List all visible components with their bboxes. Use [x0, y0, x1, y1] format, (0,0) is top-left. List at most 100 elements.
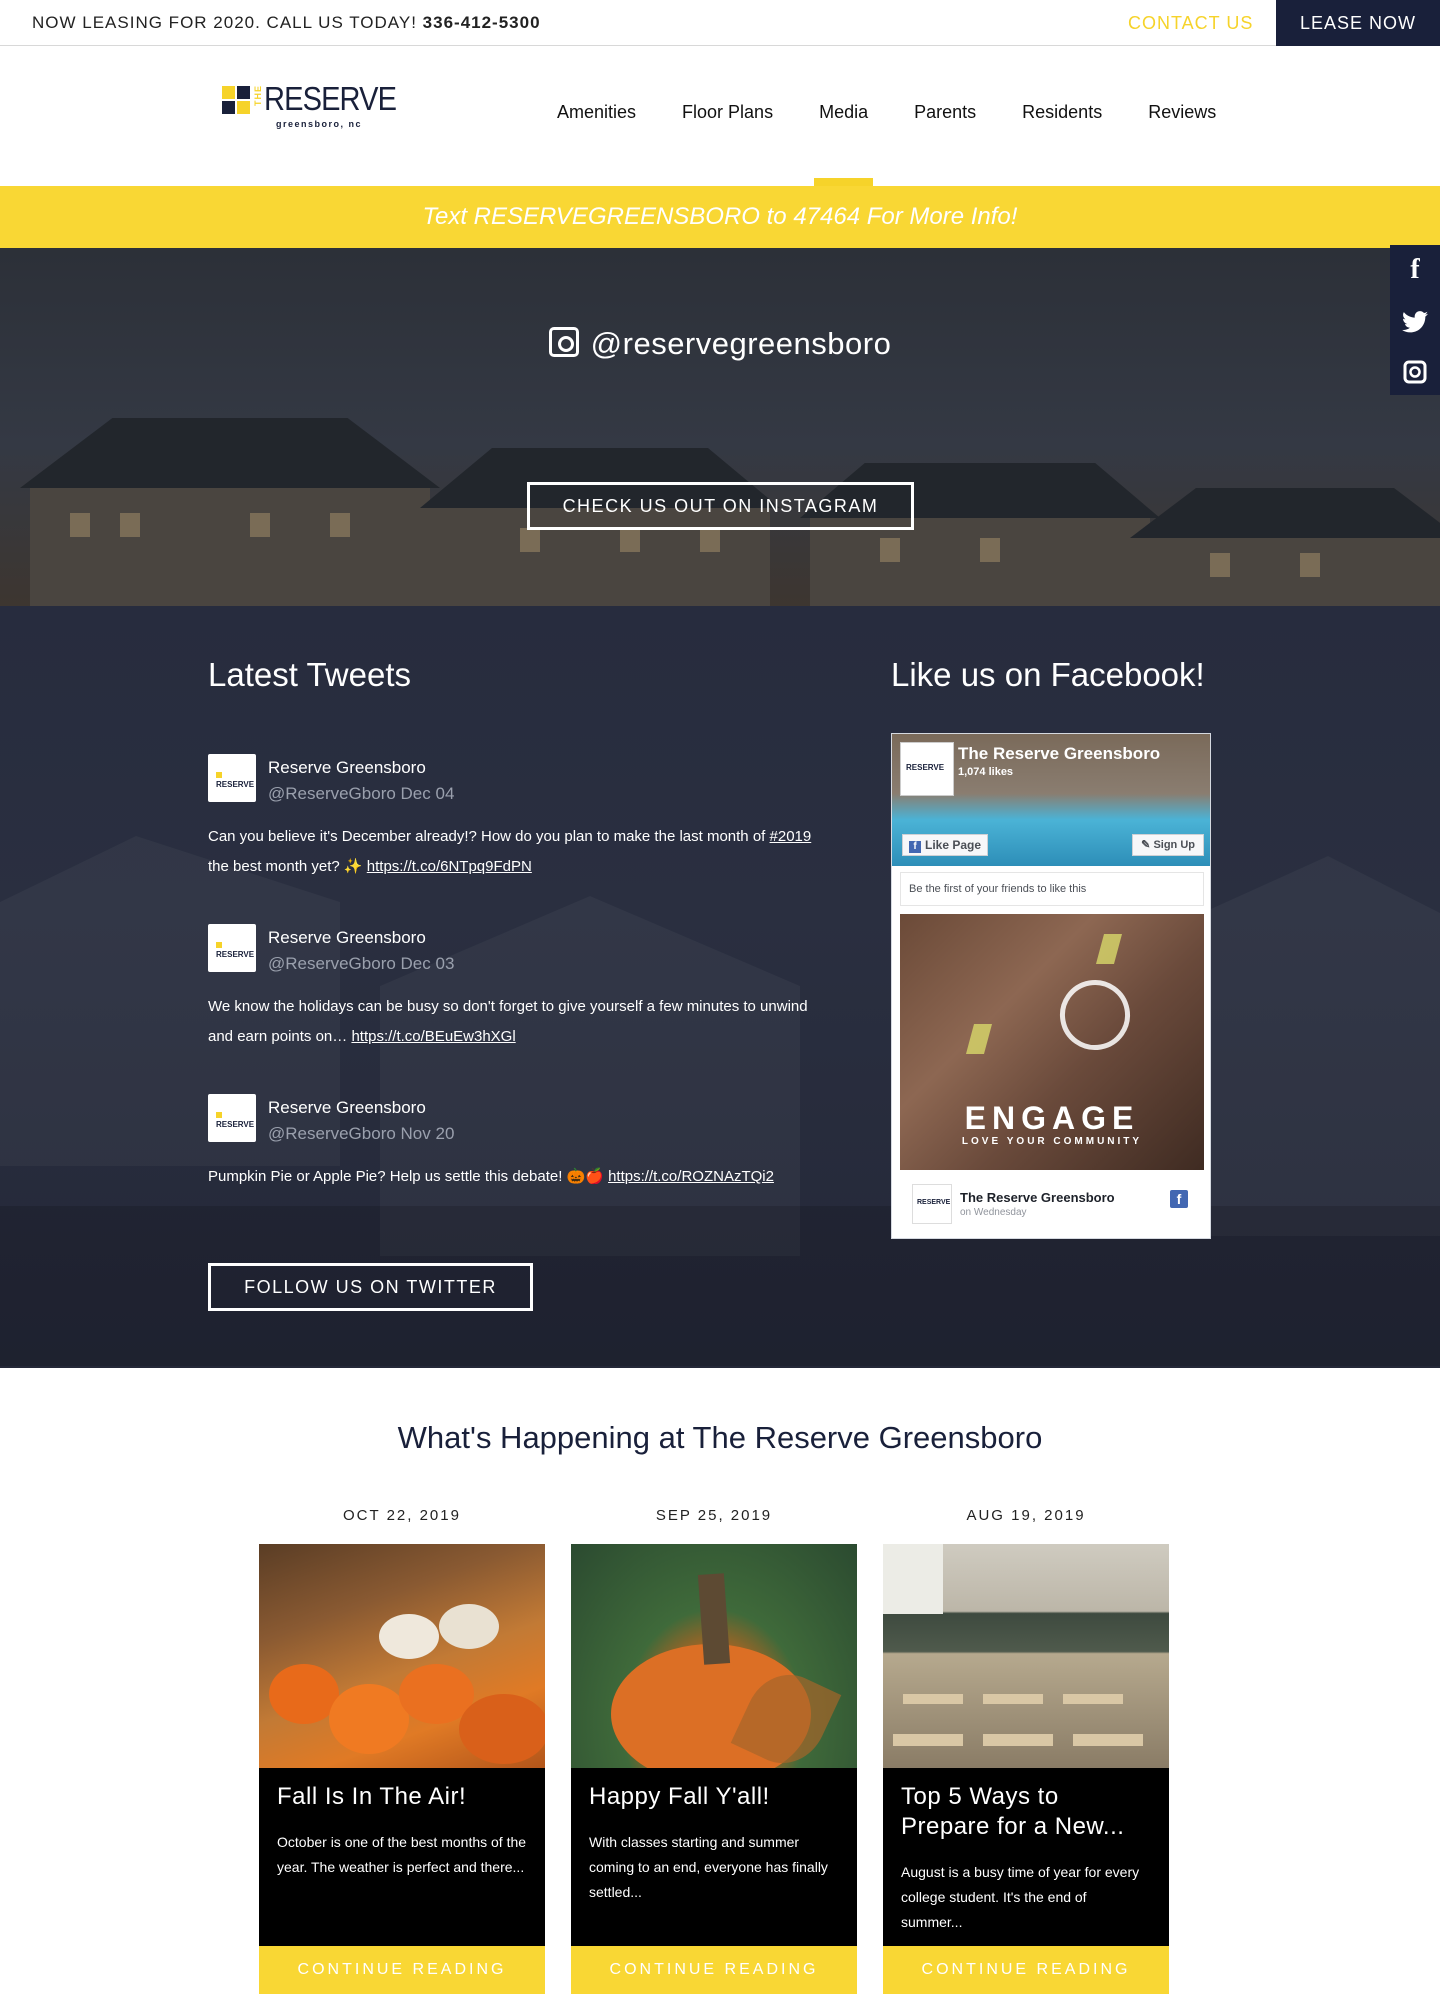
top-bar: NOW LEASING FOR 2020. CALL US TODAY! 336… [0, 0, 1440, 46]
facebook-icon[interactable]: f [1170, 1190, 1188, 1208]
building-roof [20, 418, 440, 488]
window [1210, 553, 1230, 577]
card-excerpt: October is one of the best months of the… [277, 1834, 527, 1875]
card-body: Happy Fall Y'all! With classes starting … [571, 1768, 857, 1946]
continue-reading-button[interactable]: CONTINUE READING [259, 1946, 545, 1994]
tweet-avatar[interactable]: RESERVE [208, 754, 256, 802]
window [250, 513, 270, 537]
card-date: AUG 19, 2019 [966, 1507, 1086, 1524]
card-title[interactable]: Happy Fall Y'all! [589, 1782, 839, 1812]
window [520, 528, 540, 552]
post-author-logo[interactable]: RESERVE [912, 1184, 952, 1224]
instagram-handle-text: @reservegreensboro [590, 326, 892, 361]
card-date: OCT 22, 2019 [343, 1507, 461, 1524]
projector-screen [883, 1544, 943, 1614]
window [120, 513, 140, 537]
desk [983, 1734, 1053, 1746]
tweet-body: Can you believe it's December already!? … [208, 828, 766, 845]
happening-title: What's Happening at The Reserve Greensbo… [397, 1420, 1043, 1455]
facebook-post-footer: RESERVE The Reserve Greensboro on Wednes… [900, 1178, 1204, 1230]
tweet-link[interactable]: https://t.co/ROZNAzTQi2 [608, 1168, 774, 1185]
leasing-message: NOW LEASING FOR 2020. CALL US TODAY! 336… [32, 0, 541, 46]
card-image[interactable] [571, 1544, 857, 1768]
card-title[interactable]: Top 5 Ways to Prepare for a New... [901, 1782, 1151, 1842]
facebook-page-name[interactable]: The Reserve Greensboro [958, 744, 1160, 764]
pumpkin-stem [697, 1573, 731, 1665]
nav-residents[interactable]: Residents [999, 46, 1125, 186]
sign-up-label: Sign Up [1153, 839, 1195, 851]
facebook-icon: f [909, 841, 921, 853]
white-pumpkin [379, 1614, 439, 1659]
facebook-title: Like us on Facebook! [891, 656, 1205, 693]
desk [893, 1734, 963, 1746]
nav-amenities[interactable]: Amenities [534, 46, 659, 186]
pumpkin [459, 1694, 545, 1764]
post-headline: ENGAGE [964, 1100, 1140, 1136]
building [810, 518, 1150, 606]
social-side-tabs: f [1390, 245, 1440, 395]
tweet-meta: @ReserveGboro Dec 04 [268, 784, 455, 803]
tweet-meta: @ReserveGboro Nov 20 [268, 1124, 455, 1143]
instagram-handle[interactable]: @reservegreensboro [0, 326, 1440, 362]
tweet-avatar[interactable]: RESERVE [208, 1094, 256, 1142]
tweet-author[interactable]: Reserve Greensboro [268, 928, 426, 948]
tweet-link[interactable]: https://t.co/6NTpq9FdPN [367, 858, 532, 875]
tweet-body: Pumpkin Pie or Apple Pie? Help us settle… [208, 1168, 604, 1185]
desk [903, 1694, 963, 1704]
window [980, 538, 1000, 562]
desk [1063, 1694, 1123, 1704]
light-glint [965, 1024, 993, 1054]
tweet-text: We know the holidays can be busy so don'… [208, 992, 828, 1052]
continue-reading-button[interactable]: CONTINUE READING [883, 1946, 1169, 1994]
card-image[interactable] [259, 1544, 545, 1768]
window [70, 513, 90, 537]
tweet-hashtag[interactable]: #2019 [770, 828, 812, 845]
social-feed-section: Latest Tweets Like us on Facebook! RESER… [0, 606, 1440, 1368]
card-body: Fall Is In The Air! October is one of th… [259, 1768, 545, 1946]
continue-reading-button[interactable]: CONTINUE READING [571, 1946, 857, 1994]
avatar-logo: RESERVE [216, 771, 256, 789]
text-info-banner: Text RESERVEGREENSBORO to 47464 For More… [0, 186, 1440, 248]
sign-up-button[interactable]: ✎ Sign Up [1132, 834, 1204, 856]
instagram-icon[interactable] [1390, 345, 1440, 395]
facebook-widget: RESERVE The Reserve Greensboro 1,074 lik… [891, 733, 1211, 1239]
card-title[interactable]: Fall Is In The Air! [277, 1782, 527, 1812]
building [30, 488, 430, 606]
facebook-page-logo[interactable]: RESERVE [900, 742, 954, 796]
nav-media[interactable]: Media [796, 46, 891, 186]
facebook-post-image[interactable]: ENGAGE LOVE YOUR COMMUNITY [900, 914, 1204, 1170]
nav-parents[interactable]: Parents [891, 46, 999, 186]
post-tagline: LOVE YOUR COMMUNITY [961, 1136, 1143, 1147]
like-page-button[interactable]: f Like Page [902, 834, 989, 856]
nav-reviews[interactable]: Reviews [1125, 46, 1239, 186]
phone-link[interactable]: 336-412-5300 [423, 13, 541, 32]
tweet-author[interactable]: Reserve Greensboro [268, 758, 426, 778]
card-image[interactable] [883, 1544, 1169, 1768]
contact-us-link[interactable]: CONTACT US [1128, 0, 1253, 46]
twitter-icon[interactable] [1390, 295, 1440, 345]
tweet-text: Pumpkin Pie or Apple Pie? Help us settle… [208, 1162, 828, 1192]
facebook-icon[interactable]: f [1390, 245, 1440, 295]
like-page-label: Like Page [925, 838, 982, 852]
light-glint [1095, 934, 1123, 964]
nav-floor-plans[interactable]: Floor Plans [659, 46, 796, 186]
tweet-link[interactable]: https://t.co/BEuEw3hXGl [351, 1028, 515, 1045]
instagram-button[interactable]: CHECK US OUT ON INSTAGRAM [527, 482, 914, 530]
facebook-cover[interactable]: RESERVE The Reserve Greensboro 1,074 lik… [892, 734, 1210, 866]
building-roof [1130, 488, 1440, 538]
card-excerpt: August is a busy time of year for every … [901, 1864, 1140, 1930]
avatar-logo: RESERVE [216, 941, 256, 959]
tweet-avatar[interactable]: RESERVE [208, 924, 256, 972]
tweet-author[interactable]: Reserve Greensboro [268, 1098, 426, 1118]
friends-like-note: Be the first of your friends to like thi… [900, 872, 1204, 906]
pumpkin [329, 1684, 409, 1754]
lease-now-button[interactable]: LEASE NOW [1276, 0, 1440, 46]
post-author[interactable]: The Reserve Greensboro [960, 1190, 1115, 1205]
site-logo[interactable]: THE RESERVE greensboro, nc [222, 76, 397, 136]
follow-twitter-button[interactable]: FOLLOW US ON TWITTER [208, 1263, 533, 1311]
page-logo-text: RESERVE [906, 763, 945, 772]
tweet-meta: @ReserveGboro Dec 03 [268, 954, 455, 973]
logo-square-icon [222, 86, 235, 99]
window [700, 528, 720, 552]
instagram-hero: @reservegreensboro CHECK US OUT ON INSTA… [0, 248, 1440, 606]
